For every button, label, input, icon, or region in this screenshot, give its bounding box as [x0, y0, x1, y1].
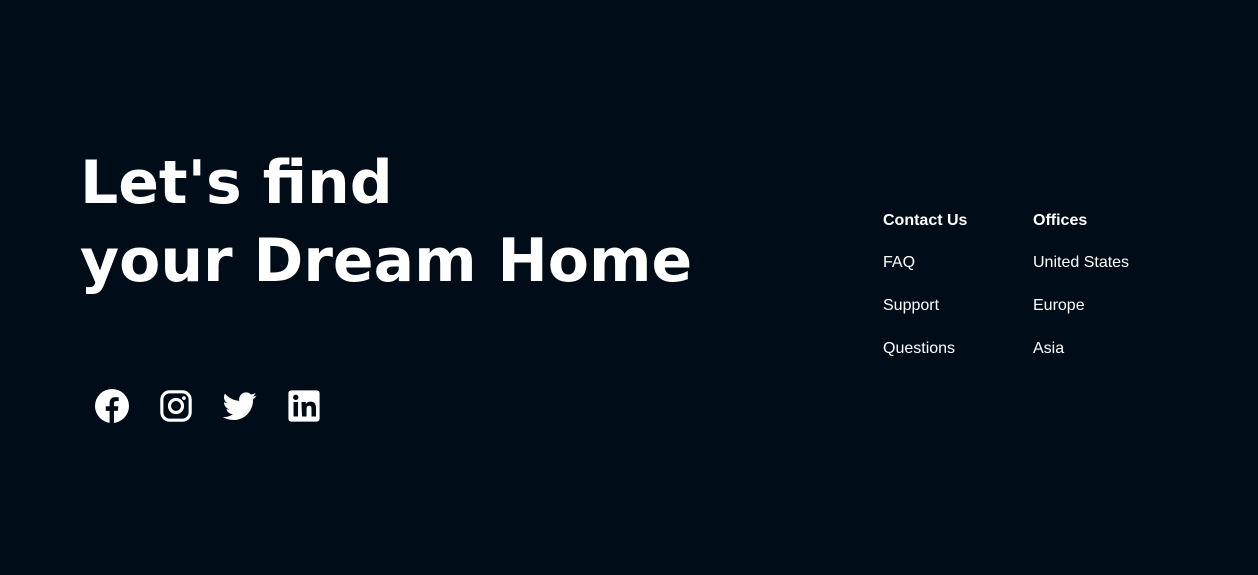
twitter-icon [223, 392, 257, 421]
headline: Let's find your Dream Home [80, 144, 692, 300]
link-faq[interactable]: FAQ [883, 253, 967, 273]
headline-line-1: Let's find [80, 148, 393, 218]
contact-heading: Contact Us [883, 212, 968, 229]
offices-links: United States Europe Asia [1033, 253, 1129, 359]
linkedin-link[interactable] [287, 389, 321, 423]
instagram-icon [160, 390, 192, 422]
social-links [95, 389, 351, 423]
link-asia[interactable]: Asia [1033, 339, 1129, 359]
offices-heading: Offices [1033, 212, 1088, 229]
facebook-link[interactable] [95, 389, 129, 423]
contact-links: FAQ Support Questions [883, 253, 967, 359]
link-support[interactable]: Support [883, 296, 967, 316]
link-questions[interactable]: Questions [883, 339, 967, 359]
link-europe[interactable]: Europe [1033, 296, 1129, 316]
twitter-link[interactable] [223, 389, 257, 423]
instagram-link[interactable] [159, 389, 193, 423]
offices-column: Offices United States Europe Asia [1033, 211, 1129, 382]
linkedin-icon [288, 390, 320, 422]
footer: Let's find your Dream Home Contact Us FA… [0, 0, 1258, 575]
headline-line-2: your Dream Home [80, 226, 693, 296]
link-united-states[interactable]: United States [1033, 253, 1129, 273]
facebook-icon [95, 389, 129, 423]
contact-column: Contact Us FAQ Support Questions [883, 211, 967, 382]
